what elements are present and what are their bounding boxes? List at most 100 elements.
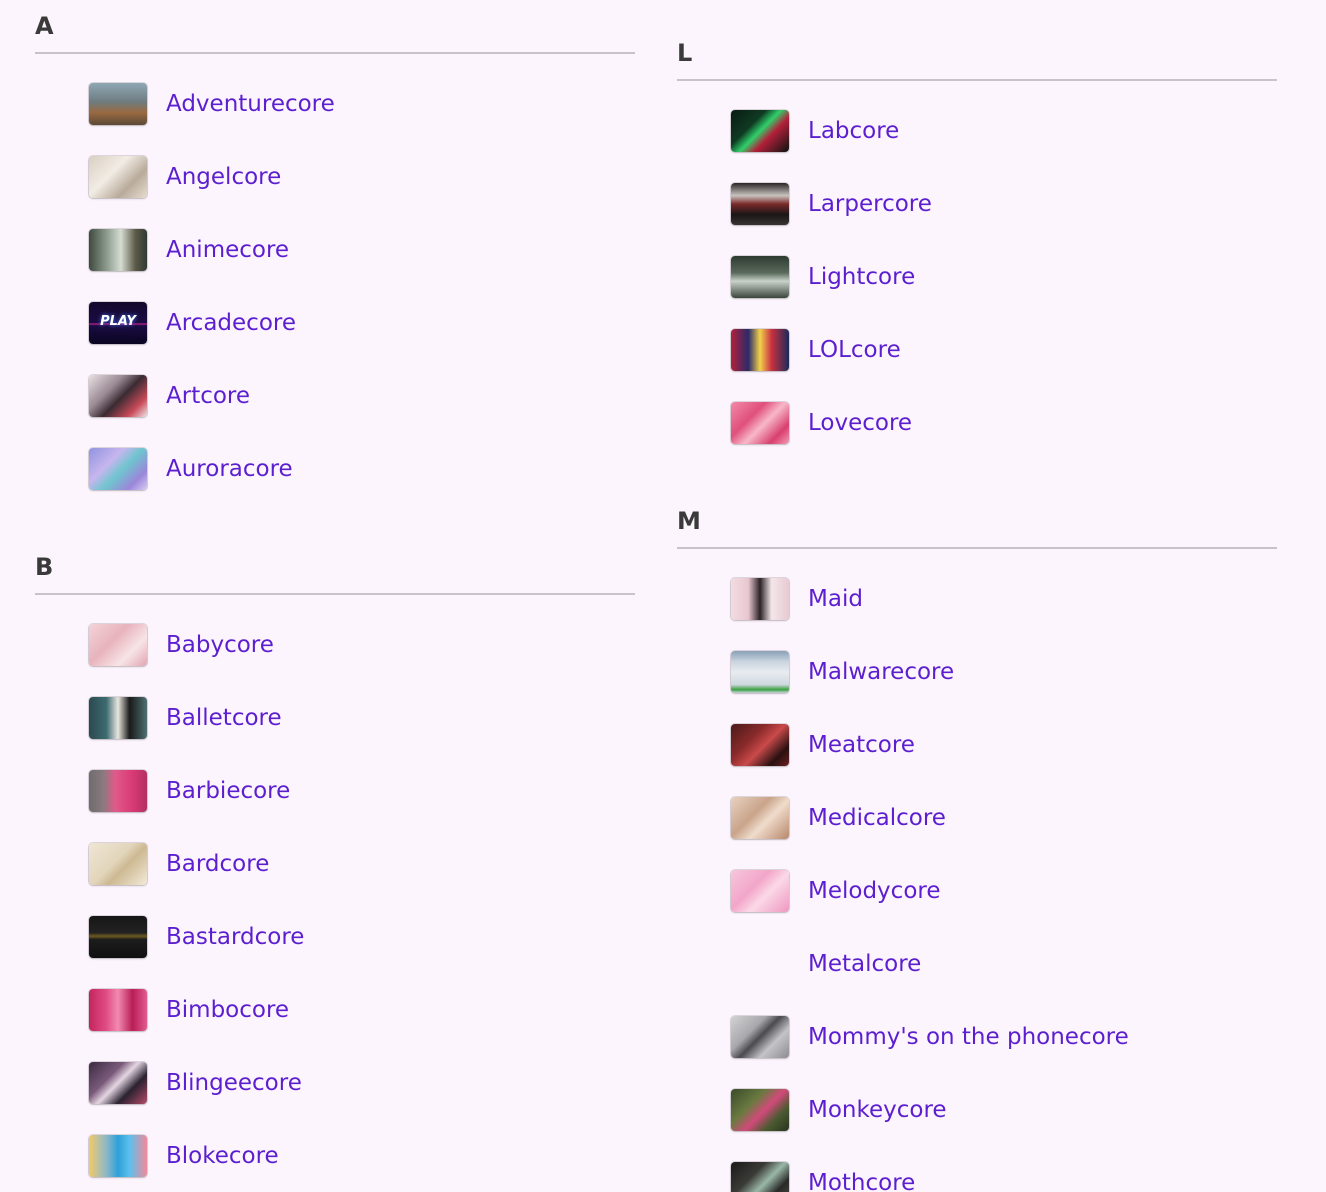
thumbnail-image[interactable] <box>731 943 789 985</box>
thumbnail-image[interactable] <box>89 447 147 490</box>
list-item: Mommy's on the phonecore <box>677 1000 1277 1073</box>
entry-link[interactable]: Auroracore <box>166 456 293 482</box>
entry-list-l: Labcore Larpercore Lightcore LOLcore Lovecor… <box>677 94 1277 459</box>
list-item: Bastardcore <box>35 900 635 973</box>
entry-link[interactable]: Angelcore <box>166 164 281 190</box>
thumbnail-image[interactable] <box>731 1015 789 1058</box>
list-item: LOLcore <box>677 313 1277 386</box>
entry-link[interactable]: Larpercore <box>808 191 932 217</box>
list-item: Labcore <box>677 94 1277 167</box>
thumbnail-image[interactable] <box>731 255 789 298</box>
list-item: Medicalcore <box>677 781 1277 854</box>
entry-link[interactable]: Lovecore <box>808 410 912 436</box>
thumbnail-image[interactable] <box>89 155 147 198</box>
entry-link[interactable]: Maid <box>808 586 863 612</box>
entry-link[interactable]: Mothcore <box>808 1170 915 1192</box>
entry-link[interactable]: Artcore <box>166 383 250 409</box>
thumbnail-image[interactable] <box>731 1161 789 1192</box>
entry-link[interactable]: Malwarecore <box>808 659 954 685</box>
list-item: Melodycore <box>677 854 1277 927</box>
entry-link[interactable]: Animecore <box>166 237 289 263</box>
section-divider <box>35 52 635 54</box>
thumbnail-overlay-text: PLAY <box>100 313 136 329</box>
section-divider <box>677 547 1277 549</box>
entry-link[interactable]: Blokecore <box>166 1143 279 1169</box>
thumbnail-image[interactable] <box>89 374 147 417</box>
list-item: Blokecore <box>35 1119 635 1192</box>
thumbnail-image[interactable] <box>89 82 147 125</box>
thumbnail-image[interactable] <box>89 915 147 958</box>
list-item: Lovecore <box>677 386 1277 459</box>
thumbnail-image[interactable] <box>731 796 789 839</box>
thumbnail-image[interactable] <box>731 182 789 225</box>
list-item: Auroracore <box>35 432 635 505</box>
list-item: Mothcore <box>677 1146 1277 1192</box>
entry-list-b: Babycore Balletcore Barbiecore Bardcore Bast… <box>35 608 635 1192</box>
list-item: Meatcore <box>677 708 1277 781</box>
thumbnail-image[interactable] <box>89 228 147 271</box>
entry-link[interactable]: Blingeecore <box>166 1070 302 1096</box>
list-item: Babycore <box>35 608 635 681</box>
section-header-a: A <box>35 12 54 40</box>
section-header-l: L <box>677 39 693 67</box>
entry-link[interactable]: Monkeycore <box>808 1097 947 1123</box>
list-item: Artcore <box>35 359 635 432</box>
list-item: Barbiecore <box>35 754 635 827</box>
entry-link[interactable]: Arcadecore <box>166 310 296 336</box>
thumbnail-image[interactable]: PLAY <box>89 301 147 344</box>
thumbnail-image[interactable] <box>731 1088 789 1131</box>
thumbnail-image[interactable] <box>731 328 789 371</box>
list-item: PLAY Arcadecore <box>35 286 635 359</box>
thumbnail-image[interactable] <box>89 842 147 885</box>
entry-link[interactable]: Bastardcore <box>166 924 304 950</box>
thumbnail-image[interactable] <box>731 869 789 912</box>
entry-link[interactable]: Mommy's on the phonecore <box>808 1024 1129 1050</box>
entry-link[interactable]: Metalcore <box>808 951 921 977</box>
entry-link[interactable]: Balletcore <box>166 705 282 731</box>
entry-link[interactable]: LOLcore <box>808 337 901 363</box>
thumbnail-image[interactable] <box>731 401 789 444</box>
thumbnail-image[interactable] <box>89 696 147 739</box>
entry-link[interactable]: Labcore <box>808 118 899 144</box>
entry-link[interactable]: Lightcore <box>808 264 915 290</box>
entry-link[interactable]: Melodycore <box>808 878 941 904</box>
thumbnail-image[interactable] <box>89 1061 147 1104</box>
entry-link[interactable]: Barbiecore <box>166 778 290 804</box>
list-item: Animecore <box>35 213 635 286</box>
entry-link[interactable]: Babycore <box>166 632 274 658</box>
section-b: B Babycore Balletcore Barbiecore Bardcore Ba… <box>35 554 635 1192</box>
thumbnail-image[interactable] <box>731 723 789 766</box>
thumbnail-image[interactable] <box>89 1134 147 1177</box>
entry-list-a: Adventurecore Angelcore Animecore PLAY Arcad… <box>35 67 635 505</box>
list-item: Metalcore <box>677 927 1277 1000</box>
list-item: Lightcore <box>677 240 1277 313</box>
thumbnail-image[interactable] <box>89 769 147 812</box>
entry-link[interactable]: Medicalcore <box>808 805 946 831</box>
thumbnail-image[interactable] <box>89 623 147 666</box>
thumbnail-image[interactable] <box>89 988 147 1031</box>
list-item: Bimbocore <box>35 973 635 1046</box>
list-item: Adventurecore <box>35 67 635 140</box>
thumbnail-image[interactable] <box>731 109 789 152</box>
list-item: Maid <box>677 562 1277 635</box>
section-l: L Labcore Larpercore Lightcore LOLcore Lovec… <box>677 40 1277 459</box>
section-m: M Maid Malwarecore Meatcore Medicalcore Melo… <box>677 508 1277 1192</box>
section-header-m: M <box>677 507 701 535</box>
thumbnail-image[interactable] <box>731 650 789 693</box>
section-divider <box>35 593 635 595</box>
section-a: A Adventurecore Angelcore Animecore PLAY Arc… <box>35 13 635 505</box>
entry-link[interactable]: Bardcore <box>166 851 269 877</box>
list-item: Larpercore <box>677 167 1277 240</box>
list-item: Monkeycore <box>677 1073 1277 1146</box>
entry-link[interactable]: Bimbocore <box>166 997 289 1023</box>
entry-link[interactable]: Adventurecore <box>166 91 335 117</box>
list-item: Blingeecore <box>35 1046 635 1119</box>
entry-list-m: Maid Malwarecore Meatcore Medicalcore Melody… <box>677 562 1277 1192</box>
list-item: Malwarecore <box>677 635 1277 708</box>
list-item: Angelcore <box>35 140 635 213</box>
list-item: Bardcore <box>35 827 635 900</box>
section-header-b: B <box>35 553 54 581</box>
section-divider <box>677 79 1277 81</box>
entry-link[interactable]: Meatcore <box>808 732 915 758</box>
thumbnail-image[interactable] <box>731 577 789 620</box>
